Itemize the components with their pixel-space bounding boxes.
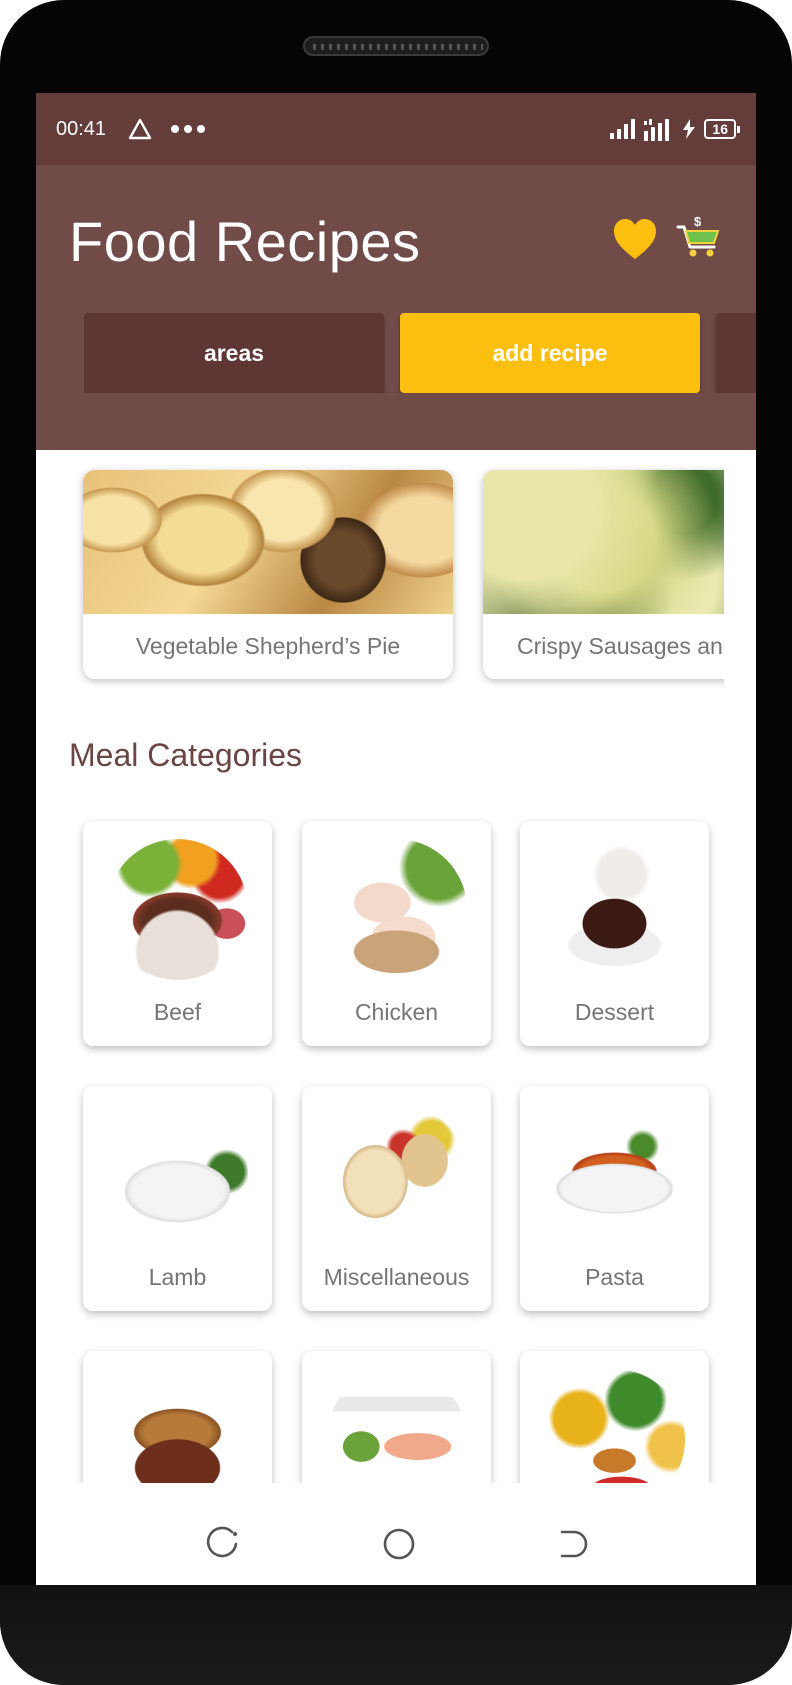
back-button[interactable] (554, 1524, 594, 1564)
category-image (326, 1369, 467, 1483)
featured-recipes-carousel[interactable]: Vegetable Shepherd’s Pie Crispy Sausages… (36, 450, 724, 695)
category-card-chicken[interactable]: Chicken (302, 821, 491, 1046)
category-card-pasta[interactable]: Pasta (520, 1086, 709, 1311)
favorites-button[interactable] (612, 217, 658, 261)
home-circle-icon (383, 1528, 415, 1560)
header-tabs: areas add recipe (84, 313, 756, 393)
category-image (326, 839, 467, 980)
cart-button[interactable]: $ (676, 213, 722, 259)
category-label: Dessert (574, 999, 655, 1025)
heart-icon (614, 219, 656, 259)
category-label: Beef (153, 999, 202, 1025)
svg-text:$: $ (694, 214, 702, 229)
recipe-image (483, 470, 724, 614)
recipe-name: Crispy Sausages and Greens (517, 633, 724, 659)
tab-next[interactable] (716, 313, 756, 393)
category-label: Lamb (148, 1264, 207, 1290)
shopping-cart-icon: $ (676, 214, 720, 257)
category-card[interactable] (302, 1351, 491, 1483)
status-bar: 00:41 16 (36, 93, 756, 165)
status-time: 00:41 (56, 117, 107, 140)
recipe-image (83, 470, 453, 614)
tab-add-recipe[interactable]: add recipe (400, 313, 700, 393)
category-card-beef[interactable]: Beef (83, 821, 272, 1046)
category-image (544, 1369, 685, 1483)
tab-areas[interactable]: areas (84, 313, 384, 393)
category-grid: Beef Chicken Dessert Lamb Miscellaneous … (36, 803, 756, 1483)
app-title: Food Recipes (69, 210, 421, 273)
charging-bolt-icon (683, 119, 696, 139)
category-image (107, 1369, 248, 1483)
category-image (544, 1104, 685, 1245)
back-icon (560, 1530, 588, 1558)
signal-hd-icon (644, 119, 670, 141)
category-image (326, 1104, 467, 1245)
category-card-dessert[interactable]: Dessert (520, 821, 709, 1046)
recents-button[interactable] (204, 1524, 244, 1564)
recipe-card[interactable]: Vegetable Shepherd’s Pie (83, 470, 453, 679)
category-card[interactable] (83, 1351, 272, 1483)
recents-icon (206, 1526, 238, 1558)
battery-icon: 16 (704, 119, 740, 139)
category-card-lamb[interactable]: Lamb (83, 1086, 272, 1311)
category-label: Pasta (585, 1264, 644, 1290)
phone-frame: 00:41 16 Food Recipes $ areas add recipe… (0, 0, 792, 1685)
recipe-card[interactable]: Crispy Sausages and Greens (483, 470, 724, 679)
home-button[interactable] (379, 1524, 419, 1564)
app-header: Food Recipes $ areas add recipe (36, 165, 756, 450)
status-system-icons: 16 (610, 117, 740, 141)
category-label: Chicken (354, 999, 439, 1025)
recipe-name: Vegetable Shepherd’s Pie (135, 633, 401, 659)
category-card-miscellaneous[interactable]: Miscellaneous (302, 1086, 491, 1311)
category-image (544, 839, 685, 980)
screen: 00:41 16 Food Recipes $ areas add recipe… (36, 93, 756, 1593)
warning-triangle-icon (128, 118, 152, 140)
status-notification-icons (128, 118, 206, 140)
category-image (107, 1104, 248, 1245)
category-image (107, 839, 248, 980)
navigation-bar (36, 1496, 756, 1593)
more-dots-icon (171, 125, 206, 133)
section-title: Meal Categories (69, 737, 302, 773)
earpiece-speaker (303, 36, 489, 56)
category-label: Miscellaneous (323, 1264, 470, 1290)
category-card[interactable] (520, 1351, 709, 1483)
signal-icon (610, 119, 636, 139)
